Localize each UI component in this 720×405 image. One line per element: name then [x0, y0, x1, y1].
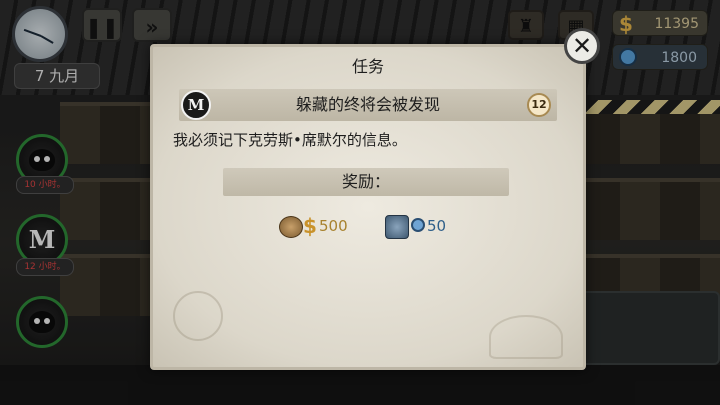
reward-label: 奖励：	[341, 172, 390, 191]
quest-dialog: 任务 M 躲藏的终将会被发现 12 我必须记下克劳斯•席默尔的信息。 奖励： $…	[150, 44, 586, 370]
close-icon: ✕	[571, 32, 593, 60]
dialog-title: 任务	[351, 57, 384, 76]
decorative-watermark-icon	[489, 315, 563, 359]
coin-icon	[411, 218, 425, 232]
m-logo-icon: M	[181, 90, 211, 120]
quest-level-badge: 12	[527, 93, 551, 117]
compass-watermark-icon	[173, 291, 223, 341]
dollar-icon: $	[303, 214, 317, 238]
token-box-icon	[385, 215, 409, 239]
reward-coins-value: 50	[427, 217, 447, 235]
coin-stack-icon	[279, 216, 303, 238]
quest-description: 我必须记下克劳斯•席默尔的信息。	[173, 131, 407, 149]
quest-header: M 躲藏的终将会被发现 12	[179, 89, 557, 121]
reward-money-value: 500	[319, 217, 348, 235]
reward-header: 奖励：	[223, 168, 509, 196]
quest-name: 躲藏的终将会被发现	[295, 95, 440, 114]
close-button[interactable]: ✕	[564, 28, 600, 64]
